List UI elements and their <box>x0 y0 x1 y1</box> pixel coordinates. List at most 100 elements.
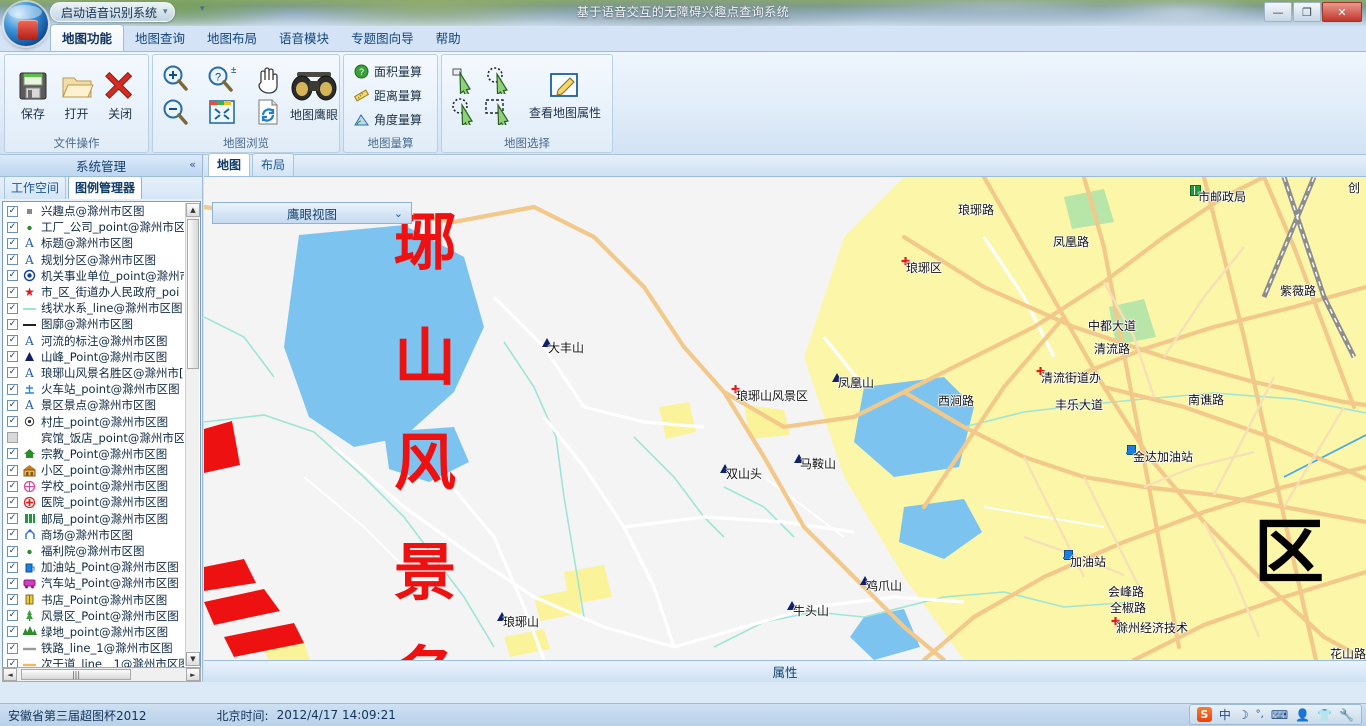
legend-layer-row[interactable]: ✓ 学校_point@滁州市区图 <box>3 478 184 494</box>
legend-layer-row[interactable]: ✓ 书店_Point@滁州市区图 <box>3 592 184 608</box>
chevron-down-icon[interactable]: ⌄ <box>394 207 403 220</box>
scroll-right-arrow-icon[interactable]: ► <box>186 668 200 681</box>
legend-layer-row[interactable]: ✓ 福利院@滁州市区图 <box>3 543 184 559</box>
view-map-properties-button[interactable]: 查看地图属性 <box>529 70 601 121</box>
legend-layer-row[interactable]: ✓ 村庄_point@滁州市区图 <box>3 413 184 429</box>
layer-visibility-checkbox[interactable]: ✓ <box>7 577 18 589</box>
scroll-up-arrow-icon[interactable]: ▲ <box>186 203 200 217</box>
skin-icon[interactable]: 👕 <box>1317 708 1332 722</box>
tab-map-layout[interactable]: 地图布局 <box>196 25 268 51</box>
layer-visibility-checkbox[interactable]: ✓ <box>7 205 18 217</box>
layer-visibility-checkbox[interactable]: ✓ <box>7 529 18 541</box>
layer-visibility-checkbox[interactable]: ✓ <box>7 286 18 298</box>
legend-layer-row[interactable]: ✓ 宗教_Point@滁州市区图 <box>3 446 184 462</box>
zoom-out-icon[interactable] <box>159 97 191 127</box>
layer-visibility-checkbox[interactable]: ✓ <box>7 318 18 330</box>
area-measure-button[interactable]: ? 面积量算 <box>351 62 425 81</box>
select-circle-cursor-icon[interactable] <box>483 66 513 94</box>
legend-layer-list[interactable]: ✓ 兴趣点@滁州市区图 ✓ 工厂_公司_point@滁州市区图 ✓ A 标题@滁州市区图 ✓ A… <box>2 201 201 668</box>
legend-layer-row[interactable]: ✓ 小区_point@滁州市区图 <box>3 462 184 478</box>
full-extent-icon[interactable] <box>205 98 239 126</box>
legend-layer-row[interactable]: ✓ 机关事业单位_point@滁州市 <box>3 268 184 284</box>
legend-layer-row[interactable]: ✓ ★ 市_区_街道办人民政府_poi <box>3 284 184 300</box>
layer-visibility-checkbox[interactable]: ✓ <box>7 237 18 249</box>
legend-layer-row[interactable]: 宾馆_饭店_point@滁州市区 <box>3 430 184 446</box>
moon-icon[interactable]: ☽ <box>1238 708 1249 722</box>
layer-visibility-checkbox[interactable]: ✓ <box>7 496 18 508</box>
customize-quick-access-chevron-down-icon[interactable]: ▾ <box>200 4 205 14</box>
legend-layer-row[interactable]: ✓ 线状水系_line@滁州市区图 <box>3 300 184 316</box>
legend-scroll-thumb[interactable] <box>187 219 199 369</box>
layer-visibility-checkbox[interactable]: ✓ <box>7 367 18 379</box>
map-canvas[interactable]: 琊山风景名 区 大丰山✚琅琊山风景区凤凰山双山头马鞍山琅琊山牛头山鸡爪山✚琅琊区… <box>204 177 1366 660</box>
chevron-down-icon[interactable]: ▾ <box>163 7 168 17</box>
legend-layer-row[interactable]: ✓ 商场@滁州市区图 <box>3 527 184 543</box>
legend-layer-row[interactable]: ✓ A 标题@滁州市区图 <box>3 235 184 251</box>
legend-layer-row[interactable]: ✓ 医院_point@滁州市区图 <box>3 494 184 510</box>
legend-layer-row[interactable]: ✓ A 规划分区@滁州市区图 <box>3 252 184 268</box>
layer-visibility-checkbox[interactable]: ✓ <box>7 561 18 573</box>
legend-layer-row[interactable]: ✓ 山峰_Point@滁州市区图 <box>3 349 184 365</box>
legend-layer-row[interactable]: ✓ 绿地_point@滁州市区图 <box>3 624 184 640</box>
legend-layer-row[interactable]: ✓ 加油站_Point@滁州市区图 <box>3 559 184 575</box>
layer-visibility-checkbox[interactable]: ✓ <box>7 351 18 363</box>
tab-workspace[interactable]: 工作空间 <box>4 176 67 199</box>
distance-measure-button[interactable]: 距离量算 <box>351 86 425 105</box>
scroll-down-arrow-icon[interactable]: ▼ <box>186 652 200 666</box>
tab-legend-manager[interactable]: 图例管理器 <box>68 176 143 199</box>
tab-layout-view[interactable]: 布局 <box>252 153 295 176</box>
legend-layer-row[interactable]: ✓ 铁路_line_1@滁州市区图 <box>3 640 184 656</box>
pan-hand-icon[interactable] <box>253 64 283 94</box>
layer-visibility-checkbox[interactable]: ✓ <box>7 594 18 606</box>
legend-layer-row[interactable]: ✓ 工厂_公司_point@滁州市区图 <box>3 219 184 235</box>
layer-visibility-checkbox[interactable]: ✓ <box>7 302 18 314</box>
legend-layer-row[interactable]: ✓ 火车站_point@滁州市区图 <box>3 381 184 397</box>
refresh-page-icon[interactable] <box>253 98 283 126</box>
legend-layer-row[interactable]: ✓ A 景区景点@滁州市区图 <box>3 397 184 413</box>
properties-bar[interactable]: 属性 <box>204 660 1366 682</box>
zoom-in-icon[interactable] <box>159 63 191 93</box>
legend-layer-row[interactable]: ✓ A 河流的标注@滁州市区图 <box>3 333 184 349</box>
legend-layer-row[interactable]: ✓ 图廓@滁州市区图 <box>3 316 184 332</box>
punctuation-icon[interactable]: °, <box>1256 709 1264 720</box>
layer-visibility-checkbox[interactable]: ✓ <box>7 464 18 476</box>
open-button[interactable]: 打开 <box>55 69 99 122</box>
save-button[interactable]: 保存 <box>11 69 55 122</box>
layer-visibility-checkbox[interactable]: ✓ <box>7 399 18 411</box>
close-map-button[interactable]: 关闭 <box>98 69 142 122</box>
legend-vertical-scrollbar[interactable]: ▲ ▼ <box>185 203 200 666</box>
layer-visibility-checkbox[interactable]: ✓ <box>7 545 18 557</box>
zoom-question-icon[interactable]: ? ± <box>205 64 239 94</box>
layer-visibility-checkbox[interactable]: ✓ <box>7 513 18 525</box>
layer-visibility-checkbox[interactable]: ✓ <box>7 480 18 492</box>
tab-thematic-wizard[interactable]: 专题图向导 <box>340 25 425 51</box>
collapse-panel-icon[interactable]: « <box>189 158 196 171</box>
select-rectangle-cursor-icon[interactable] <box>450 66 480 94</box>
legend-hscroll-thumb[interactable]: ||| <box>21 669 131 680</box>
minimize-button[interactable]: — <box>1264 2 1292 22</box>
tab-map-view[interactable]: 地图 <box>208 153 251 176</box>
layer-visibility-checkbox[interactable] <box>7 432 18 444</box>
layer-visibility-checkbox[interactable]: ✓ <box>7 626 18 638</box>
settings-wrench-icon[interactable]: 🔧 <box>1339 708 1354 722</box>
sogou-logo-icon[interactable]: S <box>1196 707 1212 722</box>
tab-help[interactable]: 帮助 <box>425 25 472 51</box>
layer-visibility-checkbox[interactable]: ✓ <box>7 335 18 347</box>
layer-visibility-checkbox[interactable]: ✓ <box>7 448 18 460</box>
tab-map-functions[interactable]: 地图功能 <box>50 24 125 51</box>
legend-horizontal-scrollbar[interactable]: ◄ ||| ► <box>2 667 201 682</box>
scroll-left-arrow-icon[interactable]: ◄ <box>3 668 17 681</box>
application-orb-button[interactable] <box>4 2 48 46</box>
tab-voice-module[interactable]: 语音模块 <box>268 25 340 51</box>
layer-visibility-checkbox[interactable]: ✓ <box>7 383 18 395</box>
close-button[interactable]: ✕ <box>1322 2 1362 22</box>
layer-visibility-checkbox[interactable]: ✓ <box>7 610 18 622</box>
eagle-eye-panel[interactable]: 鹰眼视图 ⌄ <box>212 202 412 224</box>
legend-layer-row[interactable]: ✓ A 琅琊山风景名胜区@滁州市[ <box>3 365 184 381</box>
layer-visibility-checkbox[interactable]: ✓ <box>7 221 18 233</box>
select-lasso-cursor-icon[interactable] <box>450 97 480 125</box>
voice-recognition-launch-label[interactable]: 启动语音识别系统 <box>61 4 157 21</box>
legend-layer-row[interactable]: ✓ 邮局_point@滁州市区图 <box>3 511 184 527</box>
select-dashed-box-cursor-icon[interactable] <box>483 97 513 125</box>
layer-visibility-checkbox[interactable]: ✓ <box>7 642 18 654</box>
